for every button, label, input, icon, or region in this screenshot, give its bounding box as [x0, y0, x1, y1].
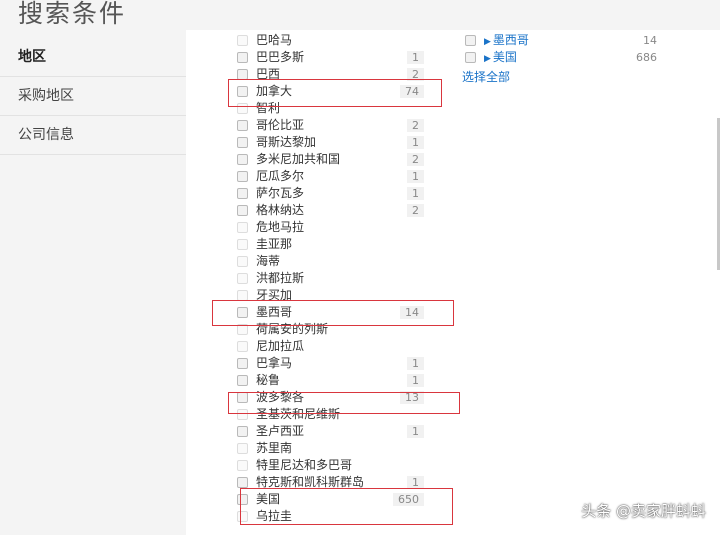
region-list: ▶ 墨西哥 14 ▶ 美国 686 选择全部 — [462, 32, 662, 85]
checkbox[interactable] — [237, 222, 248, 233]
count-badge: 2 — [407, 119, 424, 132]
checkbox[interactable] — [237, 171, 248, 182]
country-label: 秘鲁 — [256, 373, 281, 387]
list-item[interactable]: 格林纳达 2 — [234, 202, 424, 219]
checkbox[interactable] — [465, 35, 476, 46]
checkbox[interactable] — [465, 52, 476, 63]
count-badge: 1 — [407, 51, 424, 64]
filter-panel: 巴哈马 巴巴多斯 1 巴西 2 加拿大 74 智利 哥伦比亚 2 哥斯达黎加 1 多米尼加共和国 2 厄瓜多… — [186, 30, 720, 535]
count-badge: 2 — [407, 153, 424, 166]
sidebar-item-company-info[interactable]: 公司信息 — [0, 116, 186, 155]
country-label: 苏里南 — [256, 441, 293, 455]
country-label: 格林纳达 — [256, 203, 305, 217]
list-item[interactable]: 秘鲁 1 — [234, 372, 424, 389]
country-label: 尼加拉瓜 — [256, 339, 305, 353]
sidebar: 地区 采购地区 公司信息 — [0, 38, 186, 155]
count-badge: 1 — [407, 374, 424, 387]
list-item[interactable]: 多米尼加共和国 2 — [234, 151, 424, 168]
country-label: 哥斯达黎加 — [256, 135, 317, 149]
list-item[interactable]: 海蒂 — [234, 253, 424, 270]
checkbox[interactable] — [237, 273, 248, 284]
checkbox[interactable] — [237, 52, 248, 63]
checkbox[interactable] — [237, 358, 248, 369]
country-label: 特里尼达和多巴哥 — [256, 458, 353, 472]
highlight-box-mexico — [212, 300, 454, 326]
checkbox[interactable] — [237, 137, 248, 148]
country-label: 洪都拉斯 — [256, 271, 305, 285]
checkbox[interactable] — [237, 154, 248, 165]
checkbox[interactable] — [237, 188, 248, 199]
country-label: 哥伦比亚 — [256, 118, 305, 132]
region-label: 墨西哥 — [492, 33, 529, 47]
count-badge: 1 — [407, 357, 424, 370]
checkbox[interactable] — [237, 239, 248, 250]
highlight-box-canada — [228, 79, 442, 107]
checkbox[interactable] — [237, 341, 248, 352]
list-item[interactable]: 尼加拉瓜 — [234, 338, 424, 355]
country-label: 巴哈马 — [256, 33, 293, 47]
list-item[interactable]: 巴拿马 1 — [234, 355, 424, 372]
count-badge: 686 — [636, 51, 657, 64]
country-label: 危地马拉 — [256, 220, 305, 234]
count-badge: 1 — [407, 170, 424, 183]
checkbox[interactable] — [237, 35, 248, 46]
list-item[interactable]: 圣卢西亚 1 — [234, 423, 424, 440]
list-item[interactable]: ▶ 美国 686 — [462, 49, 662, 66]
list-item[interactable]: 巴哈马 — [234, 32, 424, 49]
list-item[interactable]: 哥伦比亚 2 — [234, 117, 424, 134]
checkbox[interactable] — [237, 256, 248, 267]
country-label: 萨尔瓦多 — [256, 186, 305, 200]
checkbox[interactable] — [237, 460, 248, 471]
watermark: 头条 @卖家胖蚪蚪 — [581, 502, 706, 520]
select-all-link[interactable]: 选择全部 — [462, 68, 662, 85]
list-item[interactable]: 巴巴多斯 1 — [234, 49, 424, 66]
list-item[interactable]: 特里尼达和多巴哥 — [234, 457, 424, 474]
list-item[interactable]: 厄瓜多尔 1 — [234, 168, 424, 185]
sidebar-item-purchase-region[interactable]: 采购地区 — [0, 77, 186, 116]
country-label: 圭亚那 — [256, 237, 293, 251]
list-item[interactable]: 苏里南 — [234, 440, 424, 457]
country-label: 巴拿马 — [256, 356, 293, 370]
count-badge: 14 — [643, 34, 657, 47]
country-label: 多米尼加共和国 — [256, 152, 341, 166]
highlight-box-usa — [240, 488, 453, 525]
checkbox[interactable] — [237, 375, 248, 386]
list-item[interactable]: 洪都拉斯 — [234, 270, 424, 287]
expand-arrow-icon[interactable]: ▶ — [484, 37, 491, 47]
list-item[interactable]: 圭亚那 — [234, 236, 424, 253]
count-badge: 1 — [407, 136, 424, 149]
checkbox[interactable] — [237, 205, 248, 216]
page-title: 搜索条件 — [18, 0, 127, 28]
checkbox[interactable] — [237, 426, 248, 437]
list-item[interactable]: 萨尔瓦多 1 — [234, 185, 424, 202]
count-badge: 1 — [407, 425, 424, 438]
checkbox[interactable] — [237, 443, 248, 454]
country-label: 厄瓜多尔 — [256, 169, 305, 183]
checkbox[interactable] — [237, 477, 248, 488]
list-item[interactable]: 哥斯达黎加 1 — [234, 134, 424, 151]
country-label: 圣卢西亚 — [256, 424, 305, 438]
region-label: 美国 — [492, 50, 517, 64]
list-item[interactable]: ▶ 墨西哥 14 — [462, 32, 662, 49]
sidebar-item-region[interactable]: 地区 — [0, 38, 186, 77]
country-label: 巴巴多斯 — [256, 50, 305, 64]
country-label: 海蒂 — [256, 254, 281, 268]
count-badge: 2 — [407, 204, 424, 217]
checkbox[interactable] — [237, 120, 248, 131]
list-item[interactable]: 危地马拉 — [234, 219, 424, 236]
highlight-box-puerto-rico — [228, 392, 460, 414]
expand-arrow-icon[interactable]: ▶ — [484, 54, 491, 64]
count-badge: 1 — [407, 187, 424, 200]
